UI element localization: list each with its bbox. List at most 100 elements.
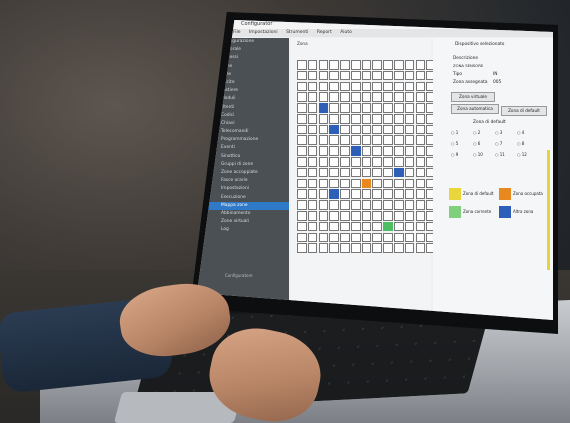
zone-cell[interactable] — [372, 221, 383, 232]
zone-cell[interactable] — [350, 232, 361, 243]
zone-radio[interactable]: ○ 5 — [451, 141, 458, 146]
zone-cell[interactable] — [318, 210, 329, 221]
zone-cell[interactable] — [361, 221, 372, 232]
zone-radio[interactable]: ○ 9 — [451, 152, 458, 157]
zone-cell[interactable] — [394, 60, 404, 70]
zone-cell[interactable] — [340, 113, 350, 124]
zone-cell[interactable] — [415, 70, 426, 81]
zone-cell[interactable] — [383, 221, 393, 232]
zone-cell[interactable] — [297, 70, 307, 81]
zone-cell[interactable] — [394, 103, 404, 113]
zone-cell[interactable] — [318, 103, 329, 113]
zone-cell[interactable] — [340, 232, 350, 243]
zone-cell[interactable] — [340, 157, 350, 167]
zone-cell[interactable] — [307, 232, 318, 243]
zone-cell[interactable] — [329, 60, 339, 70]
zone-cell[interactable] — [307, 200, 318, 210]
zone-cell[interactable] — [415, 146, 426, 156]
zone-cell[interactable] — [350, 60, 361, 70]
zone-cell[interactable] — [404, 103, 415, 113]
zone-cell[interactable] — [415, 167, 426, 178]
zone-cell[interactable] — [350, 81, 361, 92]
zone-cell[interactable] — [307, 189, 318, 199]
zone-cell[interactable] — [394, 146, 404, 156]
zone-cell[interactable] — [329, 81, 339, 92]
zone-cell[interactable] — [415, 232, 426, 243]
zone-cell[interactable] — [350, 92, 361, 102]
zone-cell[interactable] — [329, 157, 339, 167]
zone-cell[interactable] — [361, 189, 372, 199]
zone-radio[interactable]: ○ 8 — [517, 141, 524, 146]
zone-cell[interactable] — [372, 70, 383, 81]
zone-cell[interactable] — [394, 81, 404, 92]
zone-cell[interactable] — [350, 70, 361, 81]
zone-cell[interactable] — [340, 243, 350, 253]
zone-cell[interactable] — [350, 103, 361, 113]
zone-cell[interactable] — [361, 178, 372, 189]
zone-cell[interactable] — [394, 200, 404, 210]
zone-cell[interactable] — [329, 135, 339, 146]
zone-cell[interactable] — [415, 135, 426, 146]
zone-cell[interactable] — [297, 200, 307, 210]
zone-radio[interactable]: ○ 12 — [517, 152, 527, 157]
zone-cell[interactable] — [307, 210, 318, 221]
zone-cell[interactable] — [318, 70, 329, 81]
zone-cell[interactable] — [350, 243, 361, 253]
zone-cell[interactable] — [340, 81, 350, 92]
zone-cell[interactable] — [297, 124, 307, 135]
zone-cell[interactable] — [318, 60, 329, 70]
menu-settings[interactable]: Impostazioni — [249, 30, 278, 35]
sidebar-item[interactable]: Tastiere — [197, 87, 289, 95]
zone-cell[interactable] — [340, 200, 350, 210]
zone-cell[interactable] — [307, 135, 318, 146]
zone-cell[interactable] — [394, 70, 404, 81]
zone-cell[interactable] — [383, 200, 393, 210]
zone-cell[interactable] — [383, 189, 393, 199]
sidebar-item[interactable]: Uscite — [197, 79, 289, 87]
zone-cell[interactable] — [361, 113, 372, 124]
virtual-zone-button[interactable]: Zona virtuale — [451, 92, 495, 102]
zone-cell[interactable] — [340, 103, 350, 113]
zone-cell[interactable] — [394, 232, 404, 243]
sidebar-item[interactable]: Abbinamento — [197, 210, 289, 218]
zone-cell[interactable] — [372, 157, 383, 167]
zone-cell[interactable] — [415, 103, 426, 113]
zone-cell[interactable] — [404, 232, 415, 243]
zone-cell[interactable] — [372, 243, 383, 253]
sidebar-item[interactable]: Utenti — [197, 104, 289, 112]
zone-cell[interactable] — [318, 113, 329, 124]
zone-cell[interactable] — [297, 167, 307, 178]
zone-cell[interactable] — [307, 103, 318, 113]
zone-cell[interactable] — [372, 103, 383, 113]
zone-cell[interactable] — [350, 189, 361, 199]
zone-cell[interactable] — [404, 221, 415, 232]
zone-cell[interactable] — [404, 189, 415, 199]
zone-cell[interactable] — [340, 189, 350, 199]
zone-cell[interactable] — [318, 135, 329, 146]
zone-cell[interactable] — [372, 200, 383, 210]
zone-radio[interactable]: ○ 6 — [473, 141, 480, 146]
zone-cell[interactable] — [404, 70, 415, 81]
zone-cell[interactable] — [404, 243, 415, 253]
zone-cell[interactable] — [329, 70, 339, 81]
zone-cell[interactable] — [307, 243, 318, 253]
sidebar-item[interactable]: Esecuzione — [197, 194, 289, 202]
zone-cell[interactable] — [307, 70, 318, 81]
sidebar-item[interactable]: Aree — [197, 71, 289, 79]
zone-cell[interactable] — [415, 113, 426, 124]
sidebar-item[interactable]: Codici — [197, 112, 289, 120]
zone-cell[interactable] — [340, 124, 350, 135]
zone-cell[interactable] — [307, 157, 318, 167]
sidebar-item[interactable]: Generale — [197, 46, 289, 54]
default-zone-button[interactable]: Zona di default — [501, 106, 547, 116]
sidebar-item[interactable]: Zone virtuali — [197, 218, 289, 226]
zone-cell[interactable] — [372, 178, 383, 189]
zone-cell[interactable] — [297, 157, 307, 167]
zone-cell[interactable] — [361, 210, 372, 221]
zone-cell[interactable] — [318, 232, 329, 243]
zone-cell[interactable] — [340, 178, 350, 189]
zone-cell[interactable] — [415, 157, 426, 167]
zone-cell[interactable] — [404, 113, 415, 124]
zone-cell[interactable] — [361, 60, 372, 70]
zone-cell[interactable] — [318, 167, 329, 178]
